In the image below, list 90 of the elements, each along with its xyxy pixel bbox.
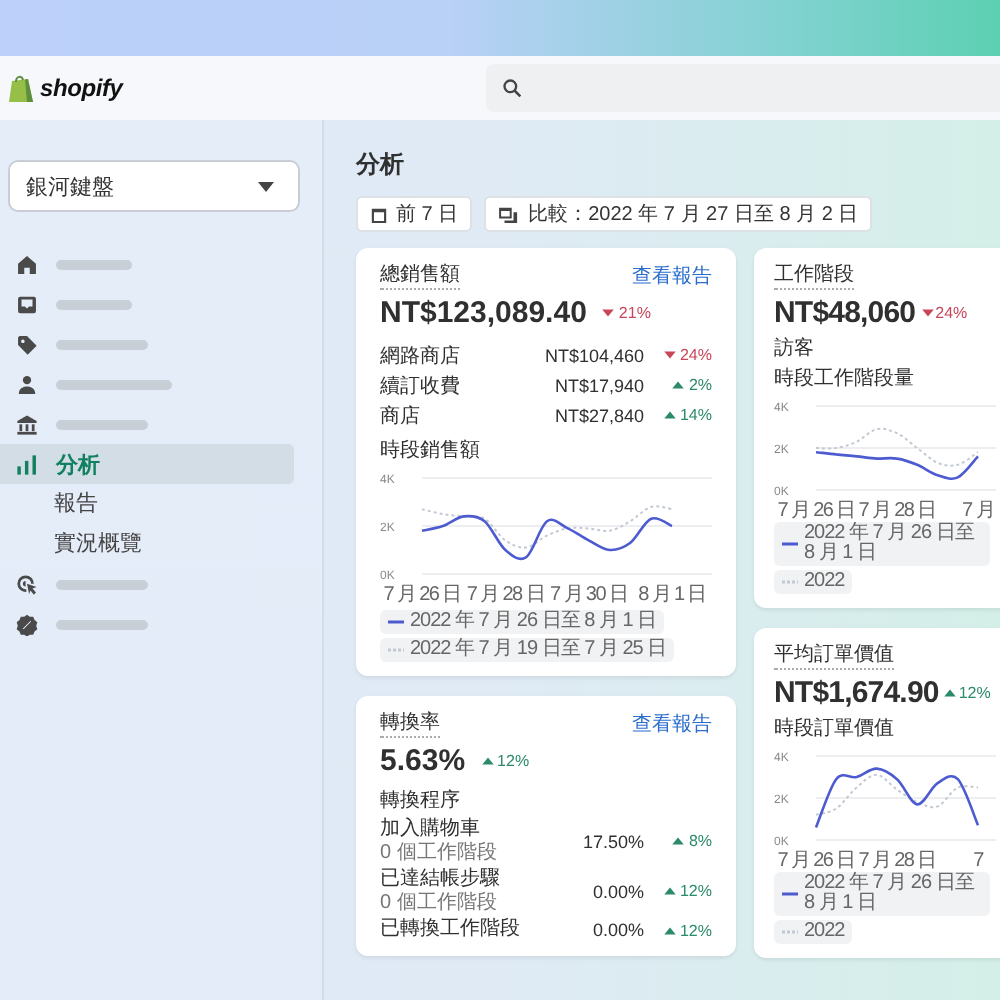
home-icon	[16, 253, 38, 275]
nav-item[interactable]: 分析	[0, 444, 294, 484]
metric-value: 5.63%	[380, 743, 466, 777]
search-icon	[502, 78, 522, 98]
axis-label: 7 月 26 日	[383, 584, 461, 604]
legend-label: 2022 年 7 月 19 日至 7 月 25 日	[410, 640, 667, 660]
solid-line-swatch-icon	[388, 620, 404, 624]
legend-label: 2022	[804, 922, 845, 942]
card-title: 總銷售額	[380, 263, 460, 289]
step-rate: 17.50%	[582, 831, 644, 851]
redacted-text-bar	[56, 299, 132, 309]
redacted-text-bar	[56, 619, 148, 629]
percent-change: 24%	[679, 346, 712, 364]
logo-text: shopify	[40, 74, 123, 102]
legend-label: 2022	[804, 572, 845, 592]
legend-label: 2022 年 7 月 26 日至 8 月 1 日	[804, 524, 977, 564]
axis-label: 7	[973, 850, 983, 870]
axis-label: 7 月	[962, 500, 994, 520]
redacted-text-bar	[56, 259, 132, 269]
redacted-text-bar	[56, 579, 148, 589]
percent-change: 12%	[497, 751, 530, 769]
legend-label: 2022 年 7 月 26 日至 8 月 1 日	[804, 874, 977, 914]
percent-change: 12%	[958, 683, 991, 701]
shopping-bag-icon	[8, 73, 34, 103]
row-label: 商店	[380, 403, 422, 429]
page-title: 分析	[356, 148, 406, 180]
axis-label: 7 月 26 日	[777, 500, 855, 520]
percent-change: 21%	[618, 303, 651, 321]
card-title: 工作階段	[774, 263, 854, 289]
caret-icon	[258, 181, 274, 191]
percent-change: 2%	[688, 376, 712, 394]
solid-line-swatch-icon	[782, 542, 798, 546]
step-rate: 0.00%	[592, 920, 644, 940]
row-value: NT$17,940	[554, 375, 644, 395]
axis-label: 7 月 28 日	[466, 584, 544, 604]
nav-subitem[interactable]: 實況概覽	[0, 524, 322, 564]
metric-value: NT$48,060	[774, 295, 916, 329]
redacted-text-bar	[56, 379, 172, 389]
dotted-line-swatch-icon	[782, 580, 798, 584]
axis-label: 7 月 26 日	[777, 850, 855, 870]
section-title: 轉換程序	[380, 790, 462, 814]
row-label: 續訂收費	[380, 373, 462, 399]
card-title: 轉換率	[380, 711, 440, 737]
percent-change: 14%	[679, 406, 712, 424]
redacted-text-bar	[56, 339, 148, 349]
compare-button[interactable]: 比較：2022 年 7 月 27 日至 8 月 2 日	[484, 196, 873, 232]
row-label: 網路商店	[380, 343, 462, 369]
tag-icon	[16, 333, 38, 355]
percent-change: 24%	[935, 303, 968, 321]
row-value: NT$27,840	[554, 405, 644, 425]
inbox-icon	[16, 293, 38, 315]
person-icon	[16, 373, 38, 395]
chart-title: 時段銷售額	[380, 440, 482, 464]
redacted-text-bar	[56, 419, 148, 429]
nav-subitem[interactable]: 報告	[0, 484, 322, 524]
axis-label: 8 月 1 日	[638, 584, 706, 604]
step-sessions: 0 個工作階段	[380, 842, 499, 864]
step-label: 已轉換工作階段	[380, 918, 522, 942]
view-report-link[interactable]: 查看報告	[632, 262, 712, 290]
date-range-button[interactable]: 前 7 日	[356, 196, 473, 232]
target-icon	[16, 573, 38, 595]
percent-change: 8%	[688, 832, 712, 850]
legend-label: 2022 年 7 月 26 日至 8 月 1 日	[410, 612, 657, 632]
percent-change: 12%	[679, 921, 712, 939]
axis-label: 7 月 28 日	[858, 850, 936, 870]
axis-label: 7 月 30 日	[550, 584, 628, 604]
dotted-line-swatch-icon	[388, 648, 404, 652]
metric-subtitle: 訪客	[774, 336, 816, 362]
row-value: NT$104,460	[544, 345, 644, 365]
percent-badge-icon	[16, 613, 38, 635]
bar-chart-icon	[16, 453, 38, 475]
metric-value: NT$123,089.40	[380, 295, 587, 329]
step-rate: 0.00%	[592, 881, 644, 901]
metric-value: NT$1,674.90	[774, 675, 939, 709]
axis-label: 7 月 28 日	[858, 500, 936, 520]
chart-title: 時段工作階段量	[774, 368, 916, 392]
solid-line-swatch-icon	[782, 892, 798, 896]
store-selector[interactable]: 銀河鍵盤	[8, 160, 300, 212]
step-label: 加入購物車	[380, 818, 482, 841]
percent-change: 12%	[679, 882, 712, 900]
search-field[interactable]	[486, 64, 1000, 112]
step-sessions: 0 個工作階段	[380, 892, 499, 914]
bank-icon	[16, 413, 38, 435]
calendar-compare-icon	[498, 205, 521, 223]
step-label: 已達結帳步驟	[380, 868, 502, 891]
calendar-icon	[370, 205, 388, 223]
view-report-link[interactable]: 查看報告	[632, 710, 712, 738]
dotted-line-swatch-icon	[782, 930, 798, 934]
chart-title: 時段訂單價值	[774, 718, 896, 742]
card-title: 平均訂單價值	[774, 643, 894, 669]
